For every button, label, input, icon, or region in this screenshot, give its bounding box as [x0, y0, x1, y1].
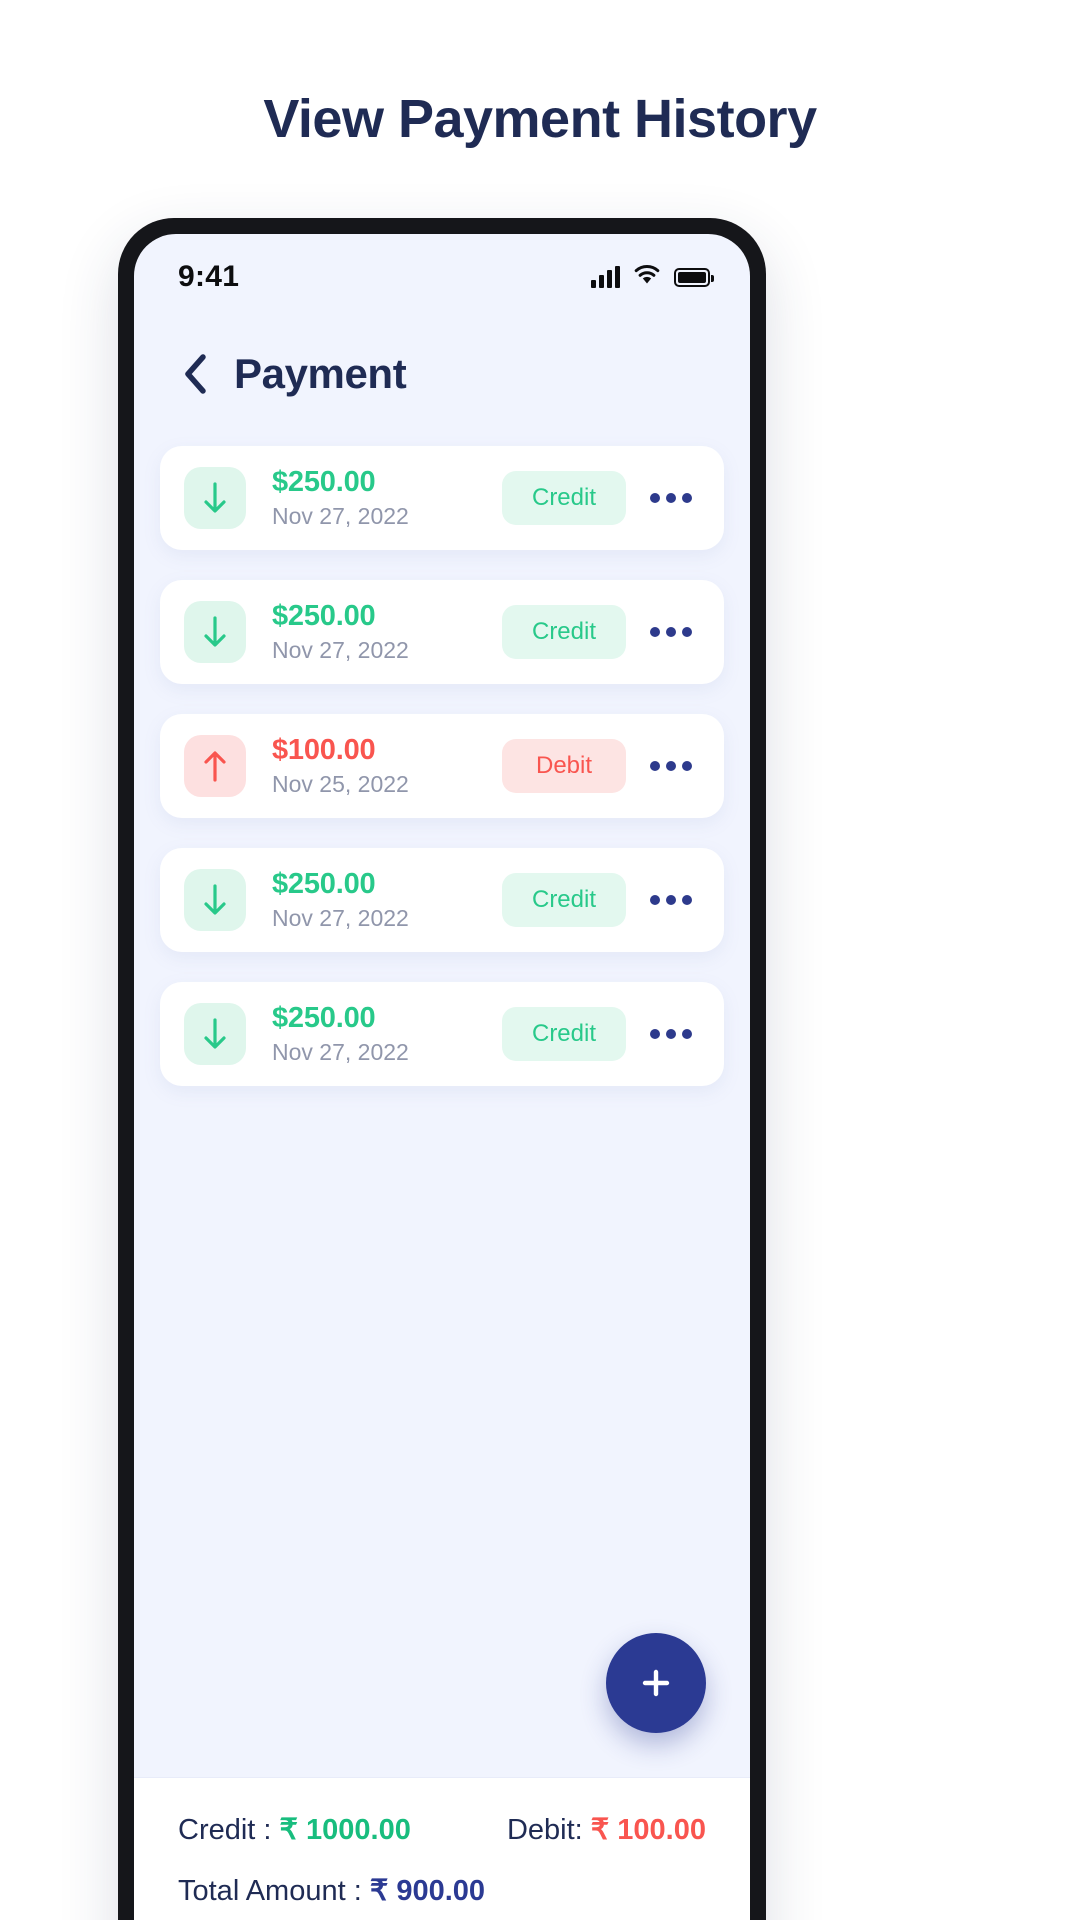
arrow-down-icon [184, 869, 246, 931]
credit-total-value: ₹ 1000.00 [279, 1814, 411, 1846]
arrow-down-icon [184, 1003, 246, 1065]
table-row[interactable]: $250.00 Nov 27, 2022 Credit [160, 982, 724, 1086]
transaction-info: $250.00 Nov 27, 2022 [246, 600, 502, 664]
debit-total-value: ₹ 100.00 [590, 1814, 706, 1846]
more-horizontal-icon[interactable] [648, 1019, 694, 1049]
table-row[interactable]: $250.00 Nov 27, 2022 Credit [160, 446, 724, 550]
transaction-date: Nov 27, 2022 [272, 637, 409, 663]
chevron-left-icon [182, 353, 208, 395]
credit-total: Credit : ₹ 1000.00 [178, 1812, 411, 1847]
status-badge: Credit [502, 605, 626, 659]
debit-total-label: Debit: [506, 1814, 591, 1846]
table-row[interactable]: $250.00 Nov 27, 2022 Credit [160, 580, 724, 684]
page-heading: Payment [234, 350, 407, 397]
signal-icon [591, 266, 620, 288]
screenshot-root: View Payment History 9:41 Payment $250.0… [0, 0, 1080, 1920]
transaction-date: Nov 27, 2022 [272, 1039, 409, 1065]
battery-icon [674, 267, 714, 287]
add-payment-button[interactable] [606, 1633, 706, 1733]
transaction-amount: $250.00 [272, 600, 376, 632]
status-bar: 9:41 [134, 234, 750, 306]
phone-screen: 9:41 Payment $250.00 Nov 27, 2022 Credit… [134, 234, 750, 1920]
transaction-info: $250.00 Nov 27, 2022 [246, 1002, 502, 1066]
status-icons [591, 264, 714, 291]
credit-total-label: Credit : [178, 1814, 280, 1846]
transaction-info: $100.00 Nov 25, 2022 [246, 734, 502, 798]
status-badge: Credit [502, 873, 626, 927]
status-time: 9:41 [178, 260, 240, 293]
table-row[interactable]: $250.00 Nov 27, 2022 Credit [160, 848, 724, 952]
status-badge: Credit [502, 1007, 626, 1061]
phone-frame: 9:41 Payment $250.00 Nov 27, 2022 Credit… [118, 218, 766, 1920]
status-badge: Debit [502, 739, 626, 793]
transaction-date: Nov 25, 2022 [272, 771, 409, 797]
wifi-icon [633, 264, 661, 291]
transaction-date: Nov 27, 2022 [272, 503, 409, 529]
arrow-down-icon [184, 467, 246, 529]
app-header: Payment [134, 306, 750, 428]
summary-row-totals: Credit : ₹ 1000.00 Debit: ₹ 100.00 [178, 1812, 706, 1847]
total-amount-value: ₹ 900.00 [369, 1875, 486, 1907]
summary-bar: Credit : ₹ 1000.00 Debit: ₹ 100.00 Total… [134, 1777, 750, 1920]
plus-icon [636, 1663, 676, 1703]
total-amount: Total Amount : ₹ 900.00 [178, 1873, 485, 1908]
transaction-amount: $250.00 [272, 1002, 376, 1034]
transaction-amount: $100.00 [272, 734, 376, 766]
page-title: View Payment History [263, 89, 817, 149]
arrow-down-icon [184, 601, 246, 663]
transaction-amount: $250.00 [272, 466, 376, 498]
more-horizontal-icon[interactable] [648, 751, 694, 781]
transaction-info: $250.00 Nov 27, 2022 [246, 466, 502, 530]
summary-row-amount: Total Amount : ₹ 900.00 [178, 1873, 706, 1908]
more-horizontal-icon[interactable] [648, 483, 694, 513]
transaction-amount: $250.00 [272, 868, 376, 900]
transaction-date: Nov 27, 2022 [272, 905, 409, 931]
total-amount-label: Total Amount : [178, 1875, 370, 1907]
arrow-up-icon [184, 735, 246, 797]
table-row[interactable]: $100.00 Nov 25, 2022 Debit [160, 714, 724, 818]
more-horizontal-icon[interactable] [648, 617, 694, 647]
more-horizontal-icon[interactable] [648, 885, 694, 915]
transaction-info: $250.00 Nov 27, 2022 [246, 868, 502, 932]
back-button[interactable] [178, 352, 212, 396]
debit-total: Debit: ₹ 100.00 [507, 1812, 706, 1847]
status-badge: Credit [502, 471, 626, 525]
transaction-list: $250.00 Nov 27, 2022 Credit $250.00 Nov … [134, 428, 750, 1777]
